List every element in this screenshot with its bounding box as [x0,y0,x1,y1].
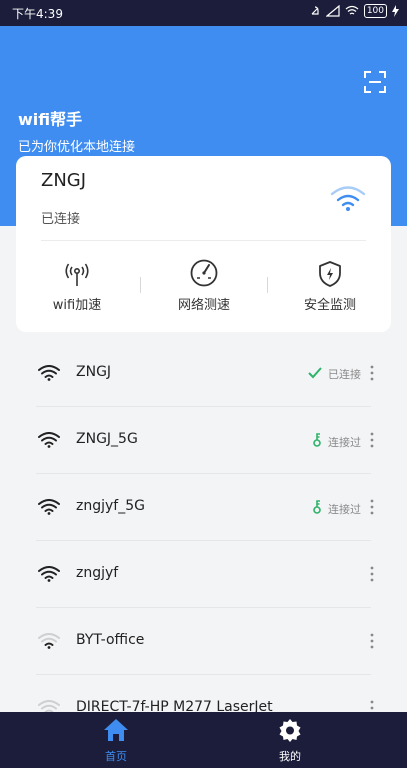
tab-home-label: 首页 [105,750,127,763]
scan-icon[interactable] [363,70,387,94]
key-icon [312,500,322,517]
network-ssid: zngjyf [76,565,119,581]
network-state: 已连接 [308,366,361,382]
wifi-signal-icon [38,499,60,519]
current-network-name: ZNGJ [41,170,87,191]
card-divider [41,240,366,241]
more-options-icon[interactable] [365,498,379,516]
network-list: ZNGJ 已连接 ZNGJ_5G 连接过 zngjyf_5G 连接过 zngjy… [16,340,391,712]
wifi-signal-icon [38,566,60,586]
battery-indicator: 100 [363,4,387,18]
tab-mine-label: 我的 [279,750,301,763]
more-options-icon[interactable] [365,565,379,583]
app-subtitle: 已为你优化本地连接 [18,140,136,155]
more-options-icon[interactable] [365,364,379,382]
wifi-signal-icon [38,365,60,385]
home-icon [104,719,128,741]
wifi-signal-icon [38,700,60,712]
wifi-signal-icon [38,432,60,452]
cellular-signal-icon [325,5,340,17]
security-check-label: 安全监测 [303,298,356,313]
network-row[interactable]: DIRECT-7f-HP M277 LaserJet [16,675,391,712]
wifi-boost-button[interactable]: wifi加速 [22,258,132,313]
status-icons: 100 [309,4,399,18]
status-wifi-icon [345,5,359,15]
network-state-text: 已连接 [328,368,361,381]
current-connection-card: ZNGJ 已连接 wifi加速 网络测速 安全监测 [16,156,391,332]
network-state: 连接过 [312,433,361,450]
action-separator [267,277,268,293]
network-state: 连接过 [312,500,361,517]
tab-mine[interactable]: 我的 [250,718,330,764]
mute-icon [311,6,319,15]
network-ssid: DIRECT-7f-HP M277 LaserJet [76,699,273,712]
tab-bar: 首页 我的 [0,712,407,768]
network-row[interactable]: zngjyf_5G 连接过 [16,474,391,541]
network-ssid: ZNGJ_5G [76,431,138,447]
network-row[interactable]: zngjyf [16,541,391,608]
current-network-status: 已连接 [41,212,81,227]
speed-test-button[interactable]: 网络测速 [149,258,259,313]
speed-test-label: 网络测速 [177,298,230,313]
check-icon [308,366,322,382]
more-options-icon[interactable] [365,431,379,449]
security-check-button[interactable]: 安全监测 [275,258,385,313]
wifi-icon [330,186,366,211]
tab-home[interactable]: 首页 [76,718,156,764]
status-bar: 下午4:39 100 [0,0,407,26]
network-row[interactable]: ZNGJ 已连接 [16,340,391,407]
network-row[interactable]: ZNGJ_5G 连接过 [16,407,391,474]
speedometer-icon [190,259,218,287]
network-row[interactable]: BYT-office [16,608,391,675]
charging-bolt-icon [392,5,399,17]
action-separator [140,277,141,293]
network-ssid: zngjyf_5G [76,498,145,514]
network-state-text: 连接过 [328,502,361,516]
key-icon [312,433,322,450]
app-title: wifi帮手 [18,110,83,129]
gear-icon [279,719,301,742]
network-ssid: BYT-office [76,632,145,648]
more-options-icon[interactable] [365,699,379,712]
network-ssid: ZNGJ [76,364,112,380]
more-options-icon[interactable] [365,632,379,650]
broadcast-icon [65,263,89,286]
wifi-boost-label: wifi加速 [52,298,102,313]
network-state-text: 连接过 [328,435,361,449]
status-time: 下午4:39 [12,7,63,21]
wifi-signal-icon [38,633,60,653]
shield-bolt-icon [319,261,341,287]
